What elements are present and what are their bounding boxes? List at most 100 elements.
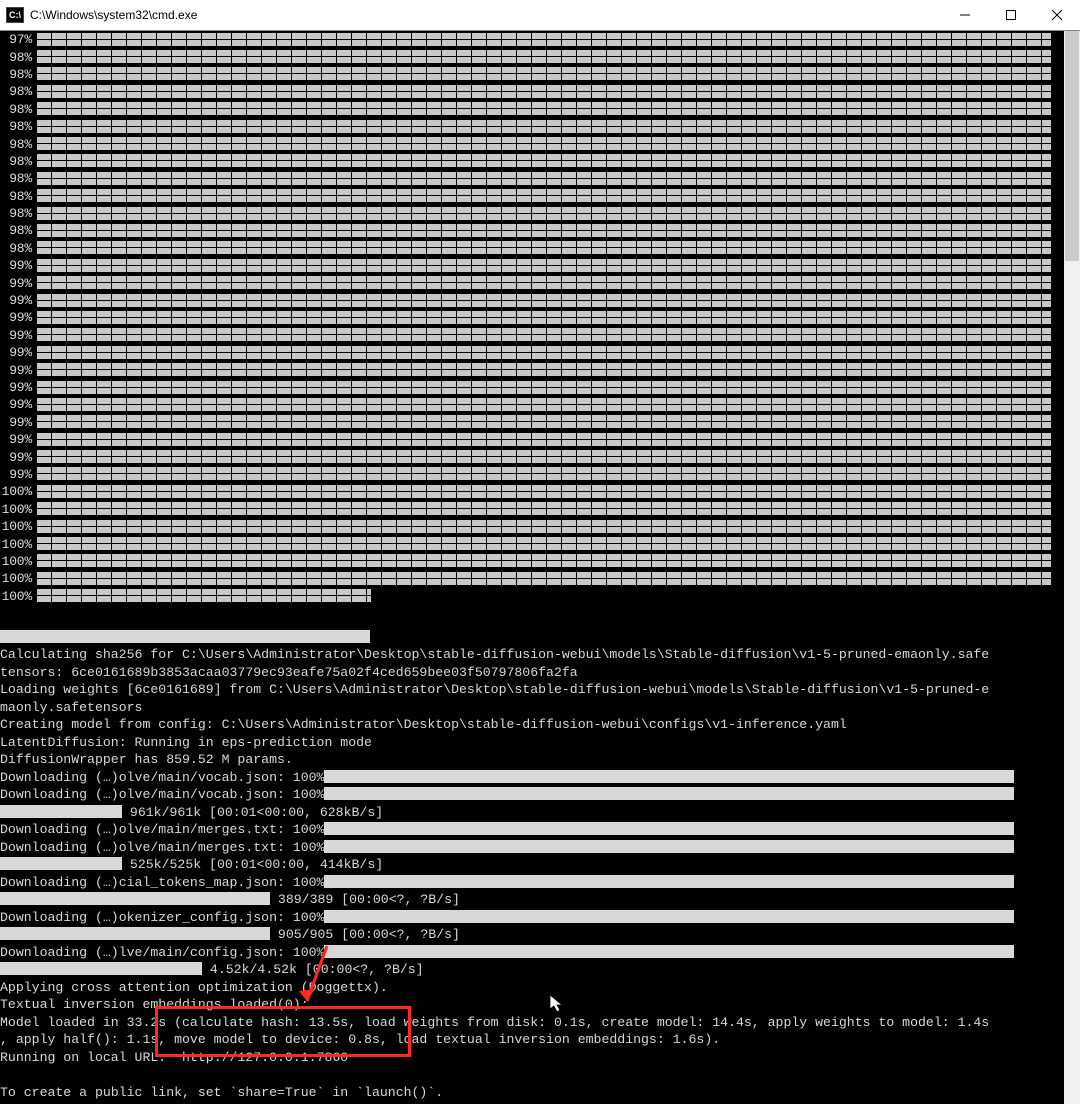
progress-percent: 100%	[0, 502, 32, 517]
progress-percent: 100%	[0, 589, 32, 604]
progress-percent: 99%	[0, 432, 32, 447]
progress-row: 99%	[0, 274, 1051, 291]
scrollbar[interactable]	[1064, 31, 1080, 1104]
progress-row: 100%	[0, 553, 1051, 570]
terminal-content: 97%98%98%98%98%98%98%98%98%98%98%98%98%9…	[0, 31, 1064, 1104]
line: Downloading (…)olve/main/merges.txt: 100…	[0, 822, 324, 837]
progress-percent: 100%	[0, 484, 32, 499]
progress-grid-bar	[36, 363, 1051, 377]
progress-grid-bar	[36, 120, 1051, 134]
progress-row: 99%	[0, 327, 1051, 344]
progress-row: 99%	[0, 466, 1051, 483]
line: Textual inversion embeddings loaded(0):	[0, 997, 309, 1012]
minimize-button[interactable]	[942, 0, 988, 30]
line: Running on local URL: http://127.0.0.1:7…	[0, 1050, 348, 1065]
progress-row: 98%	[0, 188, 1051, 205]
line: Model loaded in 33.2s (calculate hash: 1…	[0, 1015, 989, 1030]
progress-grid-bar	[36, 259, 1051, 273]
progress-percent: 99%	[0, 293, 32, 308]
terminal[interactable]: 97%98%98%98%98%98%98%98%98%98%98%98%98%9…	[0, 31, 1080, 1104]
window-buttons	[942, 0, 1080, 30]
progress-row: 100%	[0, 570, 1051, 587]
close-button[interactable]	[1034, 0, 1080, 30]
progress-grid-bar	[36, 189, 1051, 203]
progress-row: 100%	[0, 501, 1051, 518]
progress-percent: 98%	[0, 154, 32, 169]
line: Downloading (…)okenizer_config.json: 100…	[0, 910, 324, 925]
progress-grid-bar	[36, 311, 1051, 325]
progress-row: 97%	[0, 31, 1051, 48]
progress-row: 100%	[0, 588, 1051, 605]
progress-bar-small	[0, 857, 122, 870]
progress-row: 98%	[0, 101, 1051, 118]
progress-percent: 99%	[0, 397, 32, 412]
progress-grid-bar	[36, 381, 1051, 395]
progress-percent: 99%	[0, 276, 32, 291]
progress-row: 99%	[0, 344, 1051, 361]
progress-grid-bar	[36, 50, 1051, 64]
line: 525k/525k [00:01<00:00, 414kB/s]	[130, 857, 383, 872]
progress-bar	[324, 822, 1014, 835]
progress-row: 98%	[0, 66, 1051, 83]
line: DiffusionWrapper has 859.52 M params.	[0, 752, 293, 767]
line: Applying cross attention optimization (D…	[0, 980, 388, 995]
progress-grid-bar	[36, 137, 1051, 151]
progress-bar-small	[0, 962, 202, 975]
scrollbar-thumb[interactable]	[1065, 31, 1079, 261]
progress-row: 100%	[0, 518, 1051, 535]
progress-percent: 98%	[0, 171, 32, 186]
progress-row: 98%	[0, 205, 1051, 222]
maximize-button[interactable]	[988, 0, 1034, 30]
progress-bar	[324, 875, 1014, 888]
progress-row: 98%	[0, 240, 1051, 257]
progress-grid-bar	[36, 276, 1051, 290]
line: LatentDiffusion: Running in eps-predicti…	[0, 735, 372, 750]
progress-percent: 98%	[0, 223, 32, 238]
progress-grid-bar	[36, 502, 1051, 516]
progress-row: 99%	[0, 448, 1051, 465]
progress-percent: 100%	[0, 554, 32, 569]
progress-row: 99%	[0, 379, 1051, 396]
line: maonly.safetensors	[0, 700, 142, 715]
progress-row: 99%	[0, 431, 1051, 448]
progress-bar-small	[0, 892, 270, 905]
progress-percent: 99%	[0, 345, 32, 360]
progress-grid-bar	[36, 33, 1051, 47]
progress-row: 100%	[0, 535, 1051, 552]
progress-grid-bar	[36, 537, 1051, 551]
progress-bar	[324, 840, 1014, 853]
progress-grid-bar	[36, 328, 1051, 342]
progress-percent: 99%	[0, 415, 32, 430]
progress-bar-small	[0, 927, 270, 940]
progress-percent: 98%	[0, 241, 32, 256]
line: 961k/961k [00:01<00:00, 628kB/s]	[130, 805, 383, 820]
line: Downloading (…)lve/main/config.json: 100…	[0, 945, 324, 960]
progress-percent: 98%	[0, 206, 32, 221]
progress-percent: 98%	[0, 189, 32, 204]
progress-grid-bar	[36, 224, 1051, 238]
progress-percent: 98%	[0, 50, 32, 65]
progress-percent: 98%	[0, 119, 32, 134]
progress-percent: 99%	[0, 258, 32, 273]
line: Downloading (…)olve/main/vocab.json: 100…	[0, 787, 324, 802]
progress-bar	[324, 770, 1014, 783]
progress-grid-bar	[36, 572, 1051, 586]
progress-percent: 100%	[0, 519, 32, 534]
progress-grid-bar	[36, 154, 1051, 168]
progress-percent: 99%	[0, 467, 32, 482]
line: , apply half(): 1.1s, move model to devi…	[0, 1032, 720, 1047]
progress-percent: 99%	[0, 380, 32, 395]
progress-row: 99%	[0, 361, 1051, 378]
progress-grid-bar	[36, 433, 1051, 447]
progress-grid-bar	[36, 102, 1051, 116]
cmd-icon: C:\	[6, 7, 24, 23]
progress-grid-bar	[36, 450, 1051, 464]
line: Downloading (…)cial_tokens_map.json: 100…	[0, 875, 324, 890]
progress-grid-bar	[36, 346, 1051, 360]
progress-row: 99%	[0, 292, 1051, 309]
line: Calculating sha256 for C:\Users\Administ…	[0, 647, 989, 662]
progress-grid-bar	[36, 398, 1051, 412]
progress-bar	[324, 910, 1014, 923]
progress-bar	[324, 787, 1014, 800]
progress-grid-bar	[36, 415, 1051, 429]
